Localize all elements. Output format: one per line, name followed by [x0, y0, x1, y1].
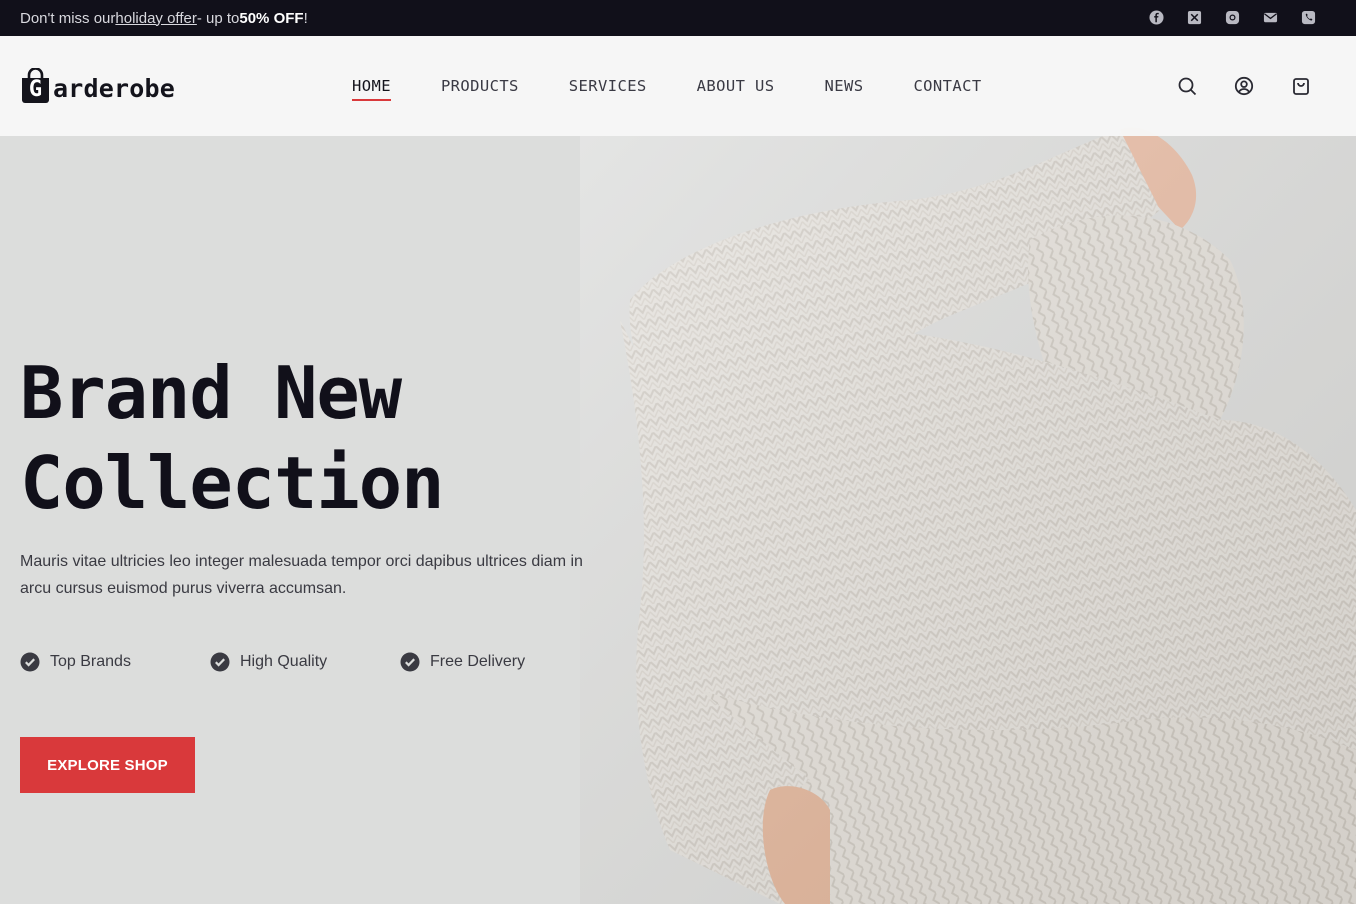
cart-icon[interactable] — [1291, 76, 1311, 96]
shopping-bag-logo-icon: G — [20, 67, 51, 104]
header-actions — [1177, 76, 1311, 96]
logo[interactable]: G arderobe — [20, 67, 176, 104]
facebook-icon[interactable] — [1148, 9, 1164, 25]
nav-services[interactable]: SERVICES — [569, 77, 647, 101]
feature-item: Top Brands — [20, 652, 210, 672]
feature-label: Free Delivery — [430, 653, 526, 670]
promo-prefix: Don't miss our — [20, 9, 116, 27]
main-nav: HOME PRODUCTS SERVICES ABOUT US NEWS CON… — [352, 77, 1032, 101]
site-header: G arderobe HOME PRODUCTS SERVICES ABOUT … — [0, 36, 1356, 136]
promo-suffix: ! — [303, 9, 308, 27]
hero-title-line-2: Collection — [20, 441, 444, 525]
promo-highlight: 50% OFF — [239, 9, 304, 27]
mail-icon[interactable] — [1262, 9, 1278, 25]
nav-about-us[interactable]: ABOUT US — [697, 77, 775, 101]
holiday-offer-link[interactable]: holiday offer — [115, 10, 196, 27]
hero-title: Brand New Collection — [20, 348, 444, 528]
user-icon[interactable] — [1234, 76, 1254, 96]
promo-middle: - up to — [196, 9, 240, 27]
feature-list: Top Brands High Quality Free Delivery — [20, 652, 590, 672]
nav-products[interactable]: PRODUCTS — [441, 77, 519, 101]
search-icon[interactable] — [1177, 76, 1197, 96]
check-circle-icon — [210, 652, 230, 672]
feature-label: High Quality — [240, 653, 328, 670]
explore-shop-button[interactable]: EXPLORE SHOP — [20, 737, 195, 793]
feature-item: High Quality — [210, 652, 400, 672]
x-icon[interactable] — [1186, 9, 1202, 25]
check-circle-icon — [20, 652, 40, 672]
nav-contact[interactable]: CONTACT — [913, 77, 981, 101]
hero-title-line-1: Brand New — [20, 351, 402, 435]
feature-label: Top Brands — [50, 653, 131, 670]
logo-text: arderobe — [53, 73, 176, 103]
nav-news[interactable]: NEWS — [825, 77, 864, 101]
feature-item: Free Delivery — [400, 652, 590, 672]
instagram-icon[interactable] — [1224, 9, 1240, 25]
hero-description: Mauris vitae ultricies leo integer males… — [20, 553, 583, 597]
nav-home[interactable]: HOME — [352, 77, 391, 101]
check-circle-icon — [400, 652, 420, 672]
phone-icon[interactable] — [1300, 9, 1316, 25]
logo-letter: G — [28, 77, 43, 102]
promo-bar: Don't miss our holiday offer - up to 50%… — [0, 0, 1356, 36]
hero-sweater-image — [580, 90, 1356, 904]
social-links — [1148, 9, 1316, 25]
